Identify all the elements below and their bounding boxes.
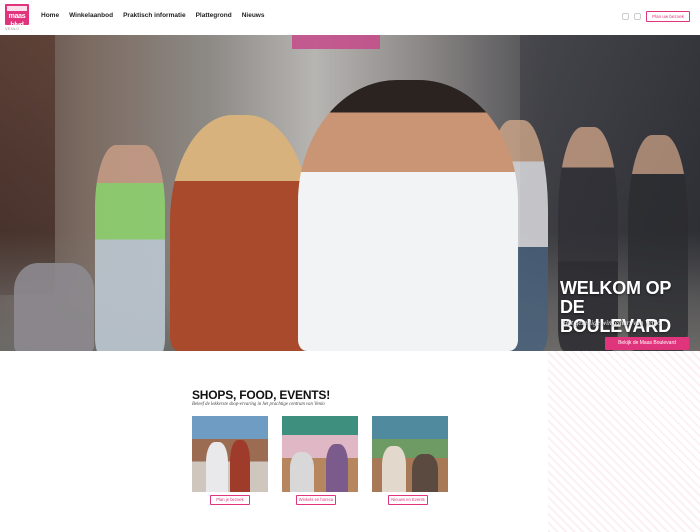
site-header: maas blvd VENLO Home Winkelaanbod Prakti… xyxy=(0,0,700,35)
instagram-icon[interactable] xyxy=(622,13,629,20)
hero-woman xyxy=(170,115,310,351)
section-subtitle: Beleef de lekkerste shop-ervaring in het… xyxy=(192,402,325,407)
nav-item-home[interactable]: Home xyxy=(41,12,59,19)
main-nav: Home Winkelaanbod Praktisch informatie P… xyxy=(41,12,264,19)
logo-word: maas blvd xyxy=(8,13,26,29)
site-logo[interactable]: maas blvd VENLO xyxy=(5,4,29,31)
nav-item-praktisch-informatie[interactable]: Praktisch informatie xyxy=(123,12,186,19)
hero-title: WELKOM OP DE BOULEVARD xyxy=(560,278,672,336)
hero-pedestrian xyxy=(95,145,165,351)
plan-je-bezoek-button[interactable]: Plan je bezoek xyxy=(210,495,250,505)
card-image-visit[interactable] xyxy=(192,416,268,492)
social-links xyxy=(622,13,641,20)
card-image-events[interactable] xyxy=(372,416,448,492)
logo-mark: maas blvd xyxy=(5,4,29,29)
hero-stroller xyxy=(14,263,94,351)
hero-subtitle: Het gezellige winkelhart van Venlo xyxy=(563,319,661,327)
plan-visit-button[interactable]: Plan uw bezoek xyxy=(646,11,690,22)
hero-cta-button[interactable]: Bekijk de Maas Boulevard xyxy=(605,337,689,350)
winkels-en-horeca-button[interactable]: Winkels en horeca xyxy=(296,495,336,505)
nav-item-winkelaanbod[interactable]: Winkelaanbod xyxy=(69,12,113,19)
hero-man xyxy=(298,80,518,351)
nav-item-nieuws[interactable]: Nieuws xyxy=(242,12,265,19)
hero-banner: WELKOM OP DE BOULEVARD Het gezellige win… xyxy=(0,35,700,351)
nav-item-plattegrond[interactable]: Plattegrond xyxy=(196,12,232,19)
section-title: SHOPS, FOOD, EVENTS! xyxy=(192,388,331,402)
hero-background-sign xyxy=(292,35,380,49)
facebook-icon[interactable] xyxy=(634,13,641,20)
nieuws-en-events-button[interactable]: Nieuws en Events xyxy=(388,495,428,505)
decorative-pattern xyxy=(548,351,700,532)
card-image-shops[interactable] xyxy=(282,416,358,492)
